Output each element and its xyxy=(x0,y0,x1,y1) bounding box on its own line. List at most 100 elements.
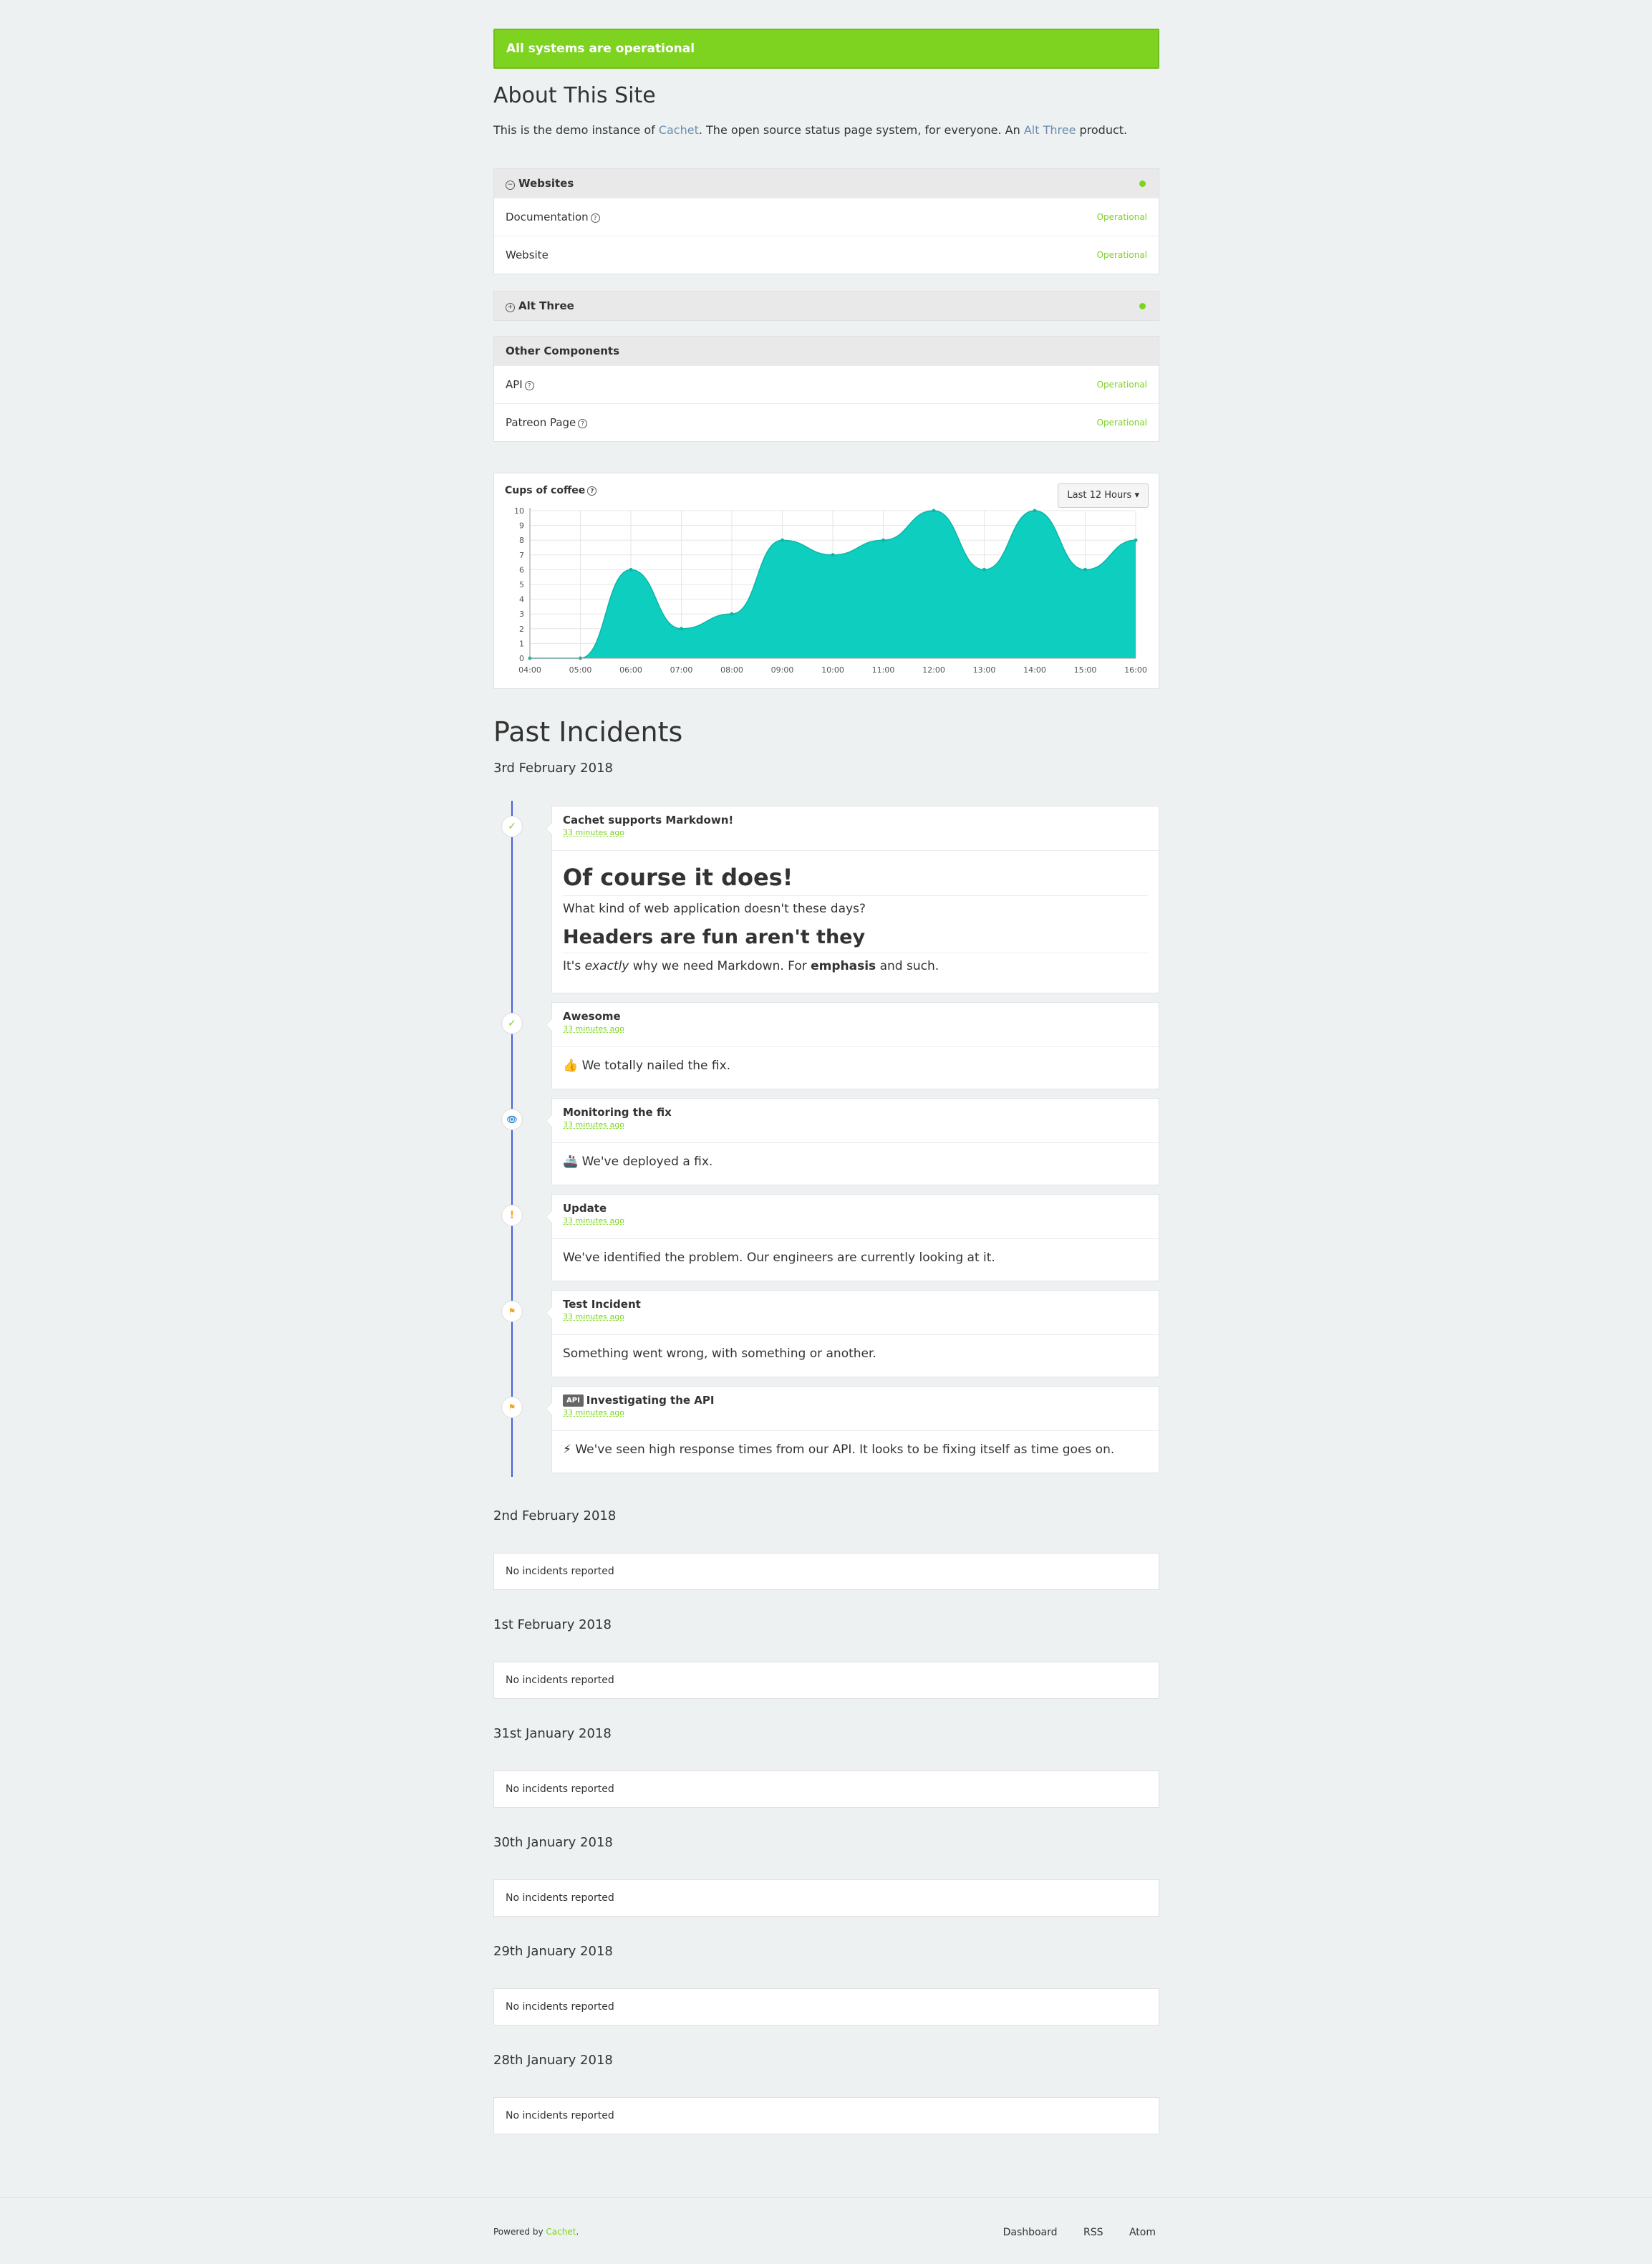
x-tick-label: 08:00 xyxy=(720,665,743,675)
powered-by: Powered by Cachet. xyxy=(493,2227,579,2237)
help-icon[interactable]: ? xyxy=(587,486,597,496)
about-text-part: product. xyxy=(1076,123,1128,137)
incident-body: ⚡ We've seen high response times from ou… xyxy=(552,1431,1159,1457)
incident-card: Test Incident 33 minutes ago Something w… xyxy=(546,1290,1159,1377)
incident-body: Something went wrong, with something or … xyxy=(563,1347,876,1361)
data-point xyxy=(1083,567,1087,572)
y-tick-label: 1 xyxy=(519,639,524,648)
lightning-icon: ⚡ xyxy=(563,1442,571,1457)
component-row: API? Operational xyxy=(494,365,1159,403)
data-point xyxy=(1134,538,1138,542)
incident-text: We totally nailed the fix. xyxy=(578,1059,731,1073)
y-tick-label: 7 xyxy=(519,551,524,560)
incident-title[interactable]: Cachet supports Markdown! xyxy=(563,814,1148,827)
alt-three-link[interactable]: Alt Three xyxy=(1024,123,1076,137)
incident-title[interactable]: API Investigating the API xyxy=(563,1394,1148,1407)
data-point xyxy=(881,538,885,542)
incident-time[interactable]: 33 minutes ago xyxy=(563,828,1148,837)
rss-link[interactable]: RSS xyxy=(1083,2227,1103,2238)
about-text-part: This is the demo instance of xyxy=(493,123,659,137)
incident-card: Awesome 33 minutes ago 👍 We totally nail… xyxy=(546,1002,1159,1089)
group-other-components: Other Components API? Operational Patreo… xyxy=(493,336,1159,442)
group-header-websites[interactable]: − Websites xyxy=(494,169,1159,198)
incident-date: 3rd February 2018 xyxy=(493,761,613,776)
incident-date: 29th January 2018 xyxy=(493,1944,613,1959)
data-point xyxy=(1033,509,1037,513)
group-websites: − Websites Documentation? Operational Web… xyxy=(493,168,1159,274)
incident-time[interactable]: 33 minutes ago xyxy=(563,1120,1148,1129)
y-tick-label: 3 xyxy=(519,610,524,619)
status-dot xyxy=(1139,303,1146,309)
incident-card: API Investigating the API 33 minutes ago … xyxy=(546,1386,1159,1473)
incident-title[interactable]: Test Incident xyxy=(563,1298,1148,1311)
text-part: why we need Markdown. For xyxy=(629,959,811,973)
x-tick-label: 07:00 xyxy=(670,665,693,675)
about-text: This is the demo instance of Cachet. The… xyxy=(493,123,1127,137)
incident-card: Monitoring the fix 33 minutes ago 🚢 We'v… xyxy=(546,1098,1159,1185)
help-icon[interactable]: ? xyxy=(590,213,600,223)
status-banner: All systems are operational xyxy=(493,29,1159,69)
atom-link[interactable]: Atom xyxy=(1129,2227,1156,2238)
data-point xyxy=(680,627,683,631)
component-row: Website Operational xyxy=(494,236,1159,274)
incident-body: Of course it does! What kind of web appl… xyxy=(552,864,1159,973)
incident-title-text: Investigating the API xyxy=(586,1394,715,1407)
incident-title[interactable]: Awesome xyxy=(563,1010,1148,1023)
incident-time[interactable]: 33 minutes ago xyxy=(563,1408,1148,1417)
past-incidents-title: Past Incidents xyxy=(493,716,683,748)
cachet-link[interactable]: Cachet xyxy=(659,123,699,137)
x-tick-label: 06:00 xyxy=(619,665,642,675)
data-point xyxy=(932,509,936,513)
ship-icon: 🚢 xyxy=(563,1155,579,1169)
data-point xyxy=(629,567,633,572)
component-badge: API xyxy=(563,1394,584,1407)
metric-panel: 0 1 2 3 4 5 6 7 8 9 10 04:00 05:00 06:00 07:00 08:00 09:… xyxy=(493,473,1159,689)
group-header-alt-three[interactable]: + Alt Three xyxy=(494,292,1159,320)
incident-header: Cachet supports Markdown! 33 minutes ago xyxy=(552,806,1159,851)
component-status: Operational xyxy=(1096,380,1147,390)
no-incidents-box: No incidents reported xyxy=(493,1879,1159,1917)
metric-range-dropdown[interactable]: Last 12 Hours ▾ xyxy=(1058,483,1149,508)
markdown-heading-2: Headers are fun aren't they xyxy=(563,926,1148,953)
check-icon: ✓ xyxy=(501,1013,523,1034)
expand-icon[interactable]: + xyxy=(506,303,515,312)
x-tick-label: 15:00 xyxy=(1074,665,1097,675)
incident-time[interactable]: 33 minutes ago xyxy=(563,1312,1148,1321)
dashboard-link[interactable]: Dashboard xyxy=(1003,2227,1058,2238)
x-tick-label: 12:00 xyxy=(922,665,945,675)
x-tick-label: 09:00 xyxy=(771,665,794,675)
incident-time[interactable]: 33 minutes ago xyxy=(563,1024,1148,1034)
incident-title[interactable]: Update xyxy=(563,1202,1148,1215)
y-tick-label: 4 xyxy=(519,595,524,604)
help-icon[interactable]: ? xyxy=(578,419,588,428)
data-point xyxy=(781,538,784,542)
metric-title: Cups of coffee? xyxy=(505,485,597,496)
component-name: Documentation xyxy=(506,211,589,223)
incident-date: 2nd February 2018 xyxy=(493,1508,617,1523)
incident-body: 👍 We totally nailed the fix. xyxy=(552,1047,1159,1073)
flag-icon: ⚑ xyxy=(501,1397,523,1418)
x-tick-label: 14:00 xyxy=(1023,665,1046,675)
x-tick-label: 10:00 xyxy=(821,665,844,675)
component-status: Operational xyxy=(1096,418,1147,428)
timeline-line xyxy=(511,801,513,1477)
x-tick-label: 16:00 xyxy=(1124,665,1147,675)
data-point xyxy=(730,612,734,616)
strong-text: emphasis xyxy=(811,959,876,973)
status-dot xyxy=(1139,180,1146,187)
y-tick-label: 8 xyxy=(519,536,524,545)
x-tick-label: 11:00 xyxy=(872,665,895,675)
collapse-icon[interactable]: − xyxy=(506,180,515,190)
help-icon[interactable]: ? xyxy=(524,381,534,390)
markdown-heading-1: Of course it does! xyxy=(563,864,1148,896)
incident-header: Update 33 minutes ago xyxy=(552,1195,1159,1239)
flag-icon: ⚑ xyxy=(501,1301,523,1322)
incident-text: We've deployed a fix. xyxy=(578,1155,713,1169)
no-incidents-box: No incidents reported xyxy=(493,1662,1159,1699)
group-name: Websites xyxy=(518,177,574,190)
metric-title-text: Cups of coffee xyxy=(505,485,586,496)
cachet-footer-link[interactable]: Cachet xyxy=(546,2227,576,2237)
incident-header: Awesome 33 minutes ago xyxy=(552,1003,1159,1047)
incident-time[interactable]: 33 minutes ago xyxy=(563,1216,1148,1225)
incident-title[interactable]: Monitoring the fix xyxy=(563,1106,1148,1119)
